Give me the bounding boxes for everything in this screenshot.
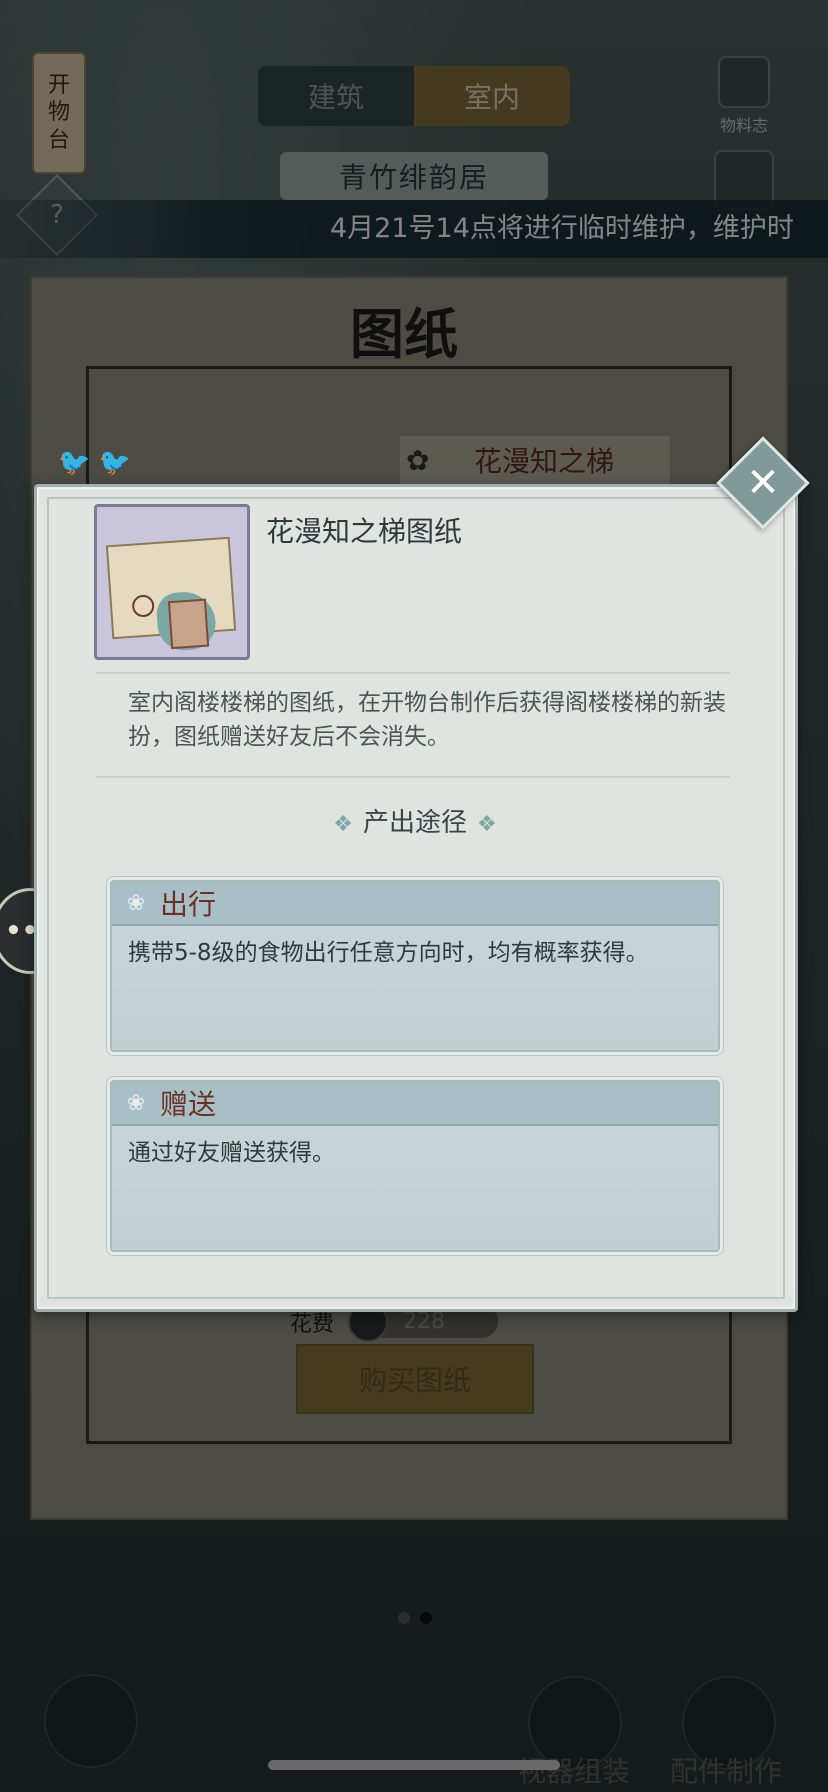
route-name: 赠送 (160, 1088, 217, 1121)
blueprint-scroll-icon (105, 536, 237, 652)
divider (96, 672, 730, 674)
source-section-title: 产出途径 (362, 808, 467, 838)
route-name: 出行 (160, 888, 217, 921)
home-indicator[interactable] (268, 1760, 560, 1770)
divider (96, 776, 730, 778)
seal-icon (131, 594, 155, 618)
ornament-icon: ❖ (477, 812, 497, 837)
birds-decoration-icon: 🐦 🐦 (58, 448, 132, 478)
blueprint-title: 花漫知之梯图纸 (266, 515, 463, 548)
blueprint-description: 室内阁楼楼梯的图纸，在开物台制作后获得阁楼楼梯的新装扮，图纸赠送好友后不会消失。 (128, 690, 726, 750)
stair-illustration (167, 598, 210, 650)
route-header: ❀ 赠送 (112, 1082, 718, 1126)
lotus-icon: ❀ (126, 890, 146, 916)
route-text: 通过好友赠送获得。 (128, 1140, 335, 1166)
blueprint-thumbnail (94, 504, 250, 660)
close-icon: ✕ (746, 460, 780, 506)
route-card-travel: ❀ 出行 携带5-8级的食物出行任意方向时，均有概率获得。 (110, 880, 720, 1052)
source-section-header: ❖ 产出途径 ❖ (300, 802, 530, 839)
route-text: 携带5-8级的食物出行任意方向时，均有概率获得。 (128, 940, 649, 966)
route-card-gift: ❀ 赠送 通过好友赠送获得。 (110, 1080, 720, 1252)
route-header: ❀ 出行 (112, 882, 718, 926)
lotus-icon: ❀ (126, 1090, 146, 1116)
ornament-icon: ❖ (333, 812, 353, 837)
